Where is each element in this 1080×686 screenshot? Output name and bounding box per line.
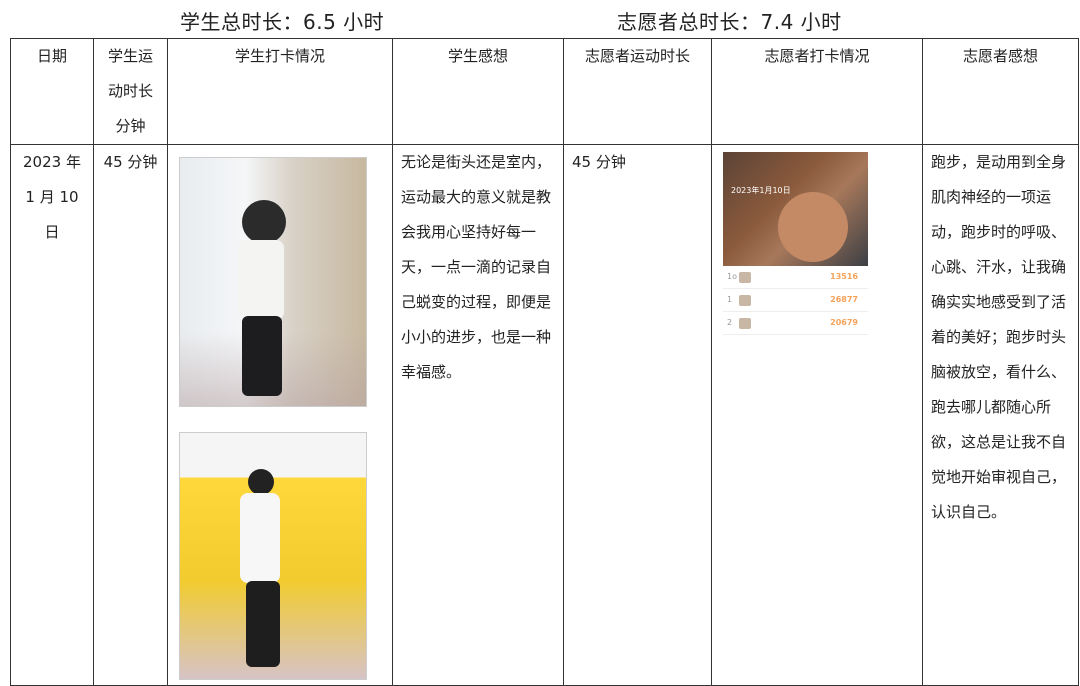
app-header-photo: 2023年1月10日 xyxy=(723,152,868,266)
avatar xyxy=(739,272,751,283)
student-photo-2 xyxy=(179,432,367,680)
avatar xyxy=(739,318,751,329)
header-student-thoughts: 学生感想 xyxy=(392,38,564,145)
cell-student-thoughts: 无论是街头还是室内，运动最大的意义就是教会我用心坚持好每一天，一点一滴的记录自己… xyxy=(392,144,564,686)
student-figure xyxy=(242,200,286,244)
header-volunteer-thoughts: 志愿者感想 xyxy=(922,38,1079,145)
rank-row: 1 26877 xyxy=(723,289,868,312)
avatar xyxy=(739,295,751,306)
exercise-log-table: 日期 学生运动时长分钟 学生打卡情况 学生感想 志愿者运动时长 志愿者打卡情况 … xyxy=(10,38,1079,686)
rank-score: 13516 xyxy=(830,272,858,281)
student-body xyxy=(238,240,284,320)
volunteer-app-screenshot: 2023年1月10日 1o 13516 1 26877 2 20679 xyxy=(723,152,868,337)
student-legs xyxy=(242,316,282,396)
rank-score: 20679 xyxy=(830,318,858,327)
header-student-minutes: 学生运动时长分钟 xyxy=(93,38,168,145)
header-date: 日期 xyxy=(10,38,94,145)
cell-volunteer-minutes: 45 分钟 xyxy=(563,144,712,686)
summary-header: 学生总时长：6.5 小时 志愿者总时长：7.4 小时 xyxy=(0,0,1080,38)
cell-volunteer-checkin: 2023年1月10日 1o 13516 1 26877 2 20679 xyxy=(711,144,923,686)
cell-student-minutes: 45 分钟 xyxy=(93,144,168,686)
header-volunteer-minutes: 志愿者运动时长 xyxy=(563,38,712,145)
cell-student-checkin xyxy=(167,144,393,686)
rank-row: 2 20679 xyxy=(723,312,868,335)
student-figure xyxy=(248,469,274,495)
rank-row: 1o 13516 xyxy=(723,266,868,289)
student-total-hours: 学生总时长：6.5 小时 xyxy=(180,10,385,34)
app-date: 2023年1月10日 xyxy=(731,186,791,195)
table-row: 2023 年 1 月 10 日 45 分钟 无论是街头还是室内，运动最大的意义就… xyxy=(10,144,1079,686)
student-body xyxy=(240,493,280,583)
volunteer-total-hours: 志愿者总时长：7.4 小时 xyxy=(617,10,842,34)
header-volunteer-checkin: 志愿者打卡情况 xyxy=(711,38,923,145)
rank-score: 26877 xyxy=(830,295,858,304)
header-student-checkin: 学生打卡情况 xyxy=(167,38,393,145)
rank-number: 1 xyxy=(727,295,733,304)
rank-number: 2 xyxy=(727,318,733,327)
table-header-row: 日期 学生运动时长分钟 学生打卡情况 学生感想 志愿者运动时长 志愿者打卡情况 … xyxy=(10,38,1079,145)
student-legs xyxy=(246,581,280,667)
student-photo-1 xyxy=(179,157,367,407)
rank-number: 1o xyxy=(727,272,737,281)
runner-photo xyxy=(778,192,848,262)
cell-volunteer-thoughts: 跑步，是动用到全身肌肉神经的一项运动，跑步时的呼吸、心跳、汗水，让我确确实实地感… xyxy=(922,144,1079,686)
cell-date: 2023 年 1 月 10 日 xyxy=(10,144,94,686)
